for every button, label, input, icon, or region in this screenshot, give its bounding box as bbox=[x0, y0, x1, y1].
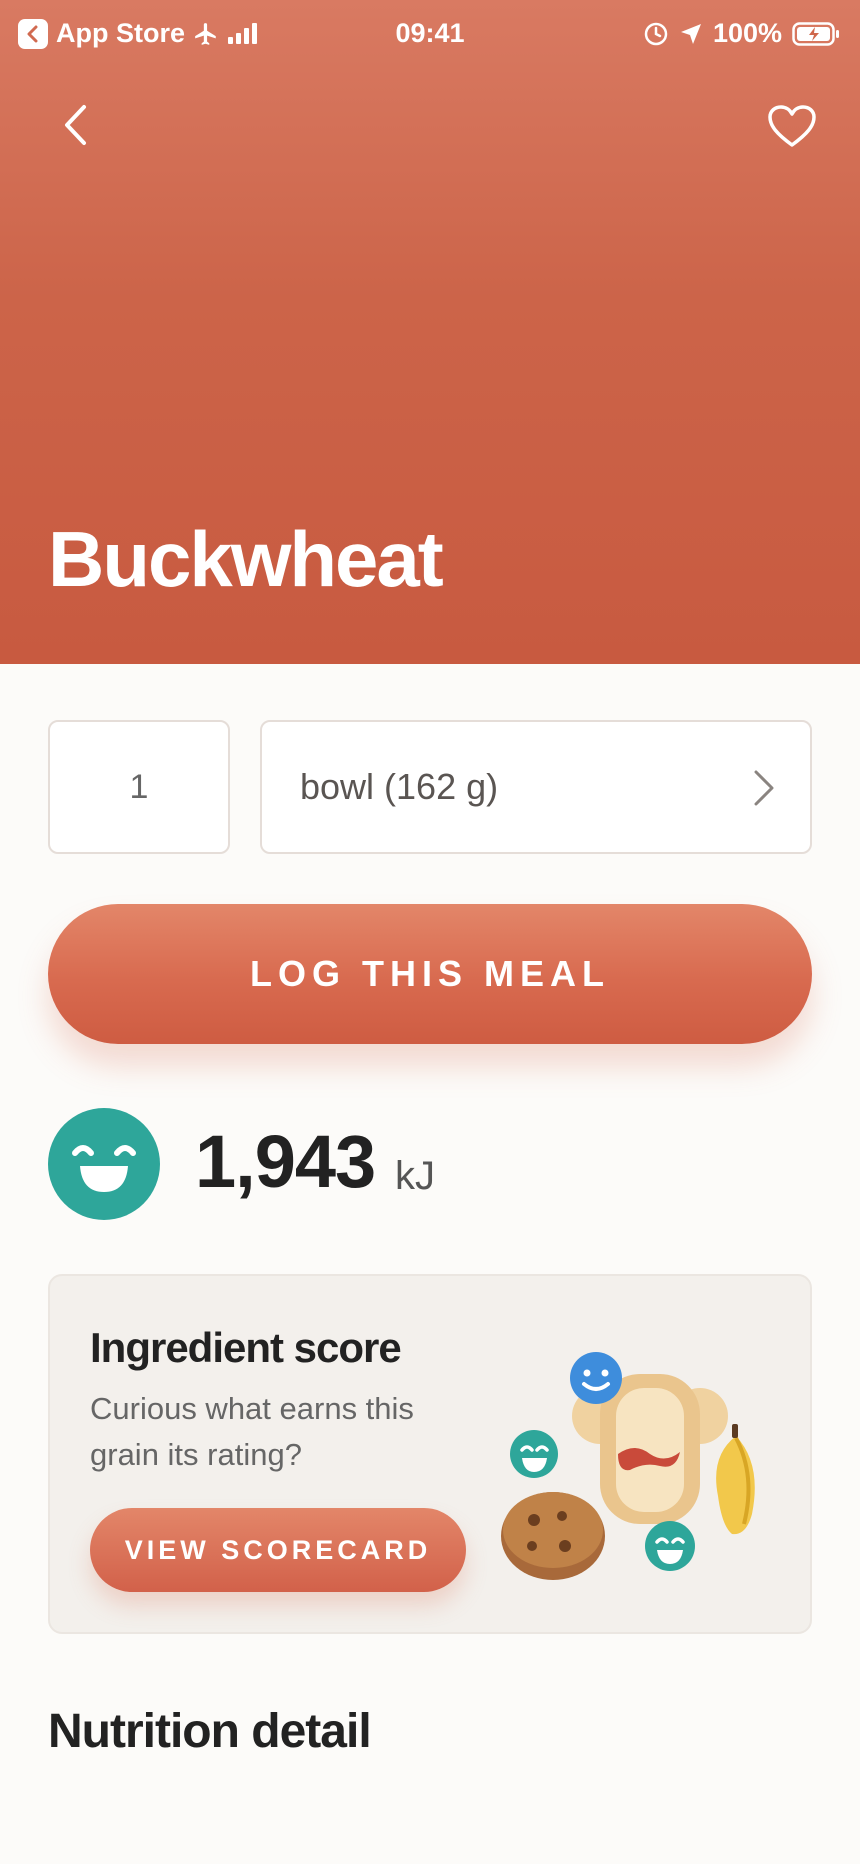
status-bar: App Store 09:41 100% bbox=[0, 0, 860, 72]
ingredient-score-description: Curious what earns this grain its rating… bbox=[90, 1391, 414, 1472]
favorite-button[interactable] bbox=[764, 98, 820, 154]
nutrition-detail-heading: Nutrition detail bbox=[48, 1705, 372, 1758]
battery-charging-icon bbox=[792, 21, 839, 46]
energy-value: 1,943 bbox=[195, 1120, 376, 1203]
back-button[interactable] bbox=[50, 100, 100, 150]
food-illustration bbox=[501, 1352, 755, 1580]
ingredient-score-card: Ingredient score Curious what earns this… bbox=[48, 1274, 812, 1634]
energy-unit: kJ bbox=[395, 1154, 435, 1198]
heart-icon bbox=[768, 105, 816, 147]
status-right: 100% bbox=[643, 18, 840, 49]
banana-icon bbox=[716, 1424, 755, 1535]
chevron-right-icon bbox=[754, 770, 774, 806]
location-icon bbox=[680, 23, 701, 44]
food-title: Buckwheat bbox=[48, 515, 444, 603]
battery-percent: 100% bbox=[712, 18, 782, 48]
serving-unit-label: bowl (162 g) bbox=[300, 766, 499, 807]
quantity-input[interactable]: 1 bbox=[48, 720, 230, 854]
cookie-icon bbox=[501, 1492, 605, 1580]
chevron-left-icon bbox=[65, 105, 86, 145]
serving-unit-selector[interactable]: bowl (162 g) bbox=[260, 720, 812, 854]
view-scorecard-button[interactable]: VIEW SCORECARD bbox=[90, 1508, 466, 1592]
alarm-icon bbox=[644, 22, 668, 45]
teal-smiley-icon-2 bbox=[645, 1521, 695, 1571]
blue-smiley-icon bbox=[570, 1352, 622, 1404]
teal-smiley-icon bbox=[510, 1430, 558, 1478]
log-meal-button[interactable]: LOG THIS MEAL bbox=[48, 904, 812, 1044]
ingredient-score-title: Ingredient score bbox=[90, 1324, 402, 1371]
happy-score-icon bbox=[48, 1108, 160, 1220]
